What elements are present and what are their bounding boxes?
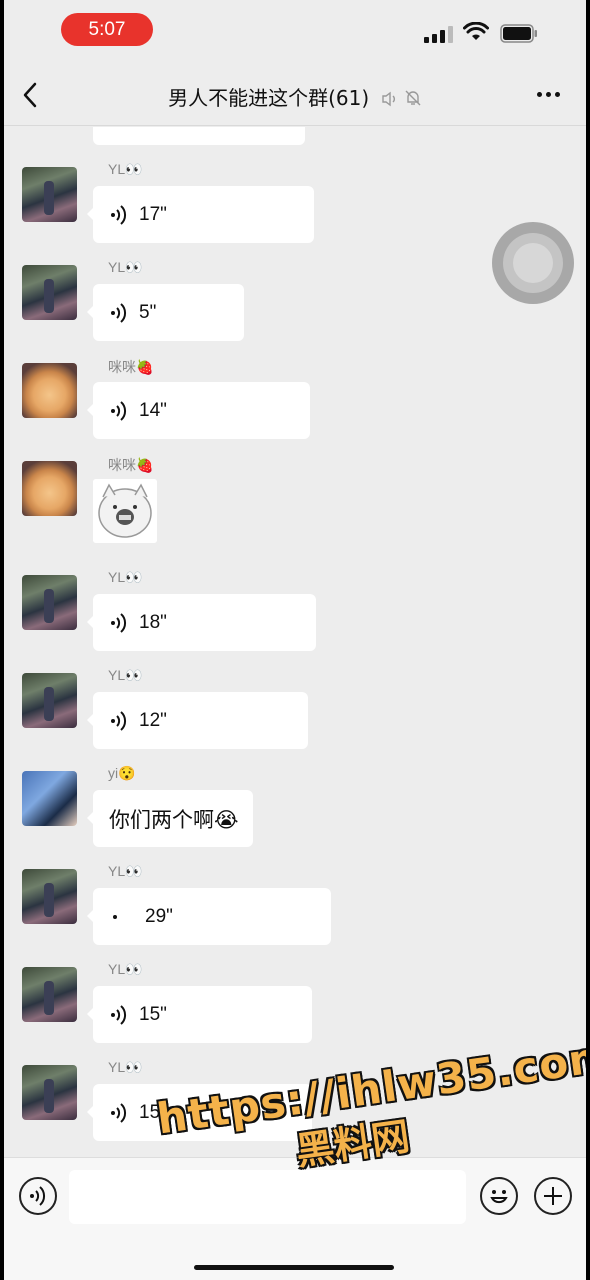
sender-name: 咪咪🍓 — [108, 457, 154, 473]
sender-name: YL👀 — [108, 863, 143, 879]
message-bubble[interactable] — [93, 127, 305, 145]
sticker-message[interactable] — [93, 479, 157, 543]
status-bar: 5:07 — [4, 0, 586, 62]
smiley-icon — [490, 1190, 508, 1204]
voice-playing-icon — [113, 914, 117, 919]
voice-message-bubble[interactable]: 18" — [87, 594, 316, 651]
cellular-signal-icon — [424, 26, 453, 43]
chat-title: 男人不能进这个群(61) — [168, 86, 370, 110]
floating-assistive-ball[interactable] — [492, 222, 574, 304]
chat-title-wrap: 男人不能进这个群(61) — [4, 82, 586, 112]
avatar[interactable] — [22, 363, 77, 418]
sender-name: YL👀 — [108, 961, 143, 977]
sender-name: YL👀 — [108, 259, 143, 275]
voice-message-bubble[interactable]: 15" — [87, 986, 312, 1043]
sender-name: 咪咪🍓 — [108, 359, 154, 375]
avatar[interactable] — [22, 575, 77, 630]
voice-wave-icon — [111, 612, 127, 633]
sender-name: YL👀 — [108, 1059, 143, 1075]
voice-duration: 5" — [139, 301, 157, 323]
sticker-image-icon — [93, 479, 157, 543]
voice-wave-icon — [111, 1102, 127, 1123]
plus-icon — [544, 1187, 562, 1205]
voice-duration: 15" — [139, 1003, 167, 1025]
voice-wave-icon — [111, 302, 127, 323]
voice-duration: 12" — [139, 709, 167, 731]
voice-message-bubble[interactable]: 14" — [87, 382, 310, 439]
sender-name: YL👀 — [108, 667, 143, 683]
avatar[interactable] — [22, 1065, 77, 1120]
chat-header: 男人不能进这个群(61) — [4, 62, 586, 126]
mute-bell-icon — [405, 90, 421, 105]
sender-name: YL👀 — [108, 161, 143, 177]
sender-name: yi😯 — [108, 765, 136, 781]
voice-wave-icon — [111, 400, 127, 421]
voice-duration: 17" — [139, 203, 167, 225]
voice-duration: 14" — [139, 399, 167, 421]
text-message-bubble[interactable]: 你们两个啊😭 — [87, 790, 253, 847]
avatar[interactable] — [22, 673, 77, 728]
avatar[interactable] — [22, 265, 77, 320]
voice-wave-icon — [111, 1004, 127, 1025]
voice-wave-icon — [381, 91, 395, 106]
chat-screen: 5:07 男人不能进这个群(61) YL👀 17" YL👀 5" 咪咪🍓 14"… — [4, 0, 586, 1280]
avatar[interactable] — [22, 167, 77, 222]
voice-duration: 18" — [139, 611, 167, 633]
voice-duration: 29" — [145, 905, 173, 927]
voice-wave-icon — [30, 1186, 46, 1206]
voice-message-bubble[interactable]: 5" — [87, 284, 244, 341]
voice-message-bubble[interactable]: 12" — [87, 692, 308, 749]
sender-name: YL👀 — [108, 569, 143, 585]
status-time: 5:07 — [61, 13, 153, 46]
voice-wave-icon — [111, 204, 127, 225]
avatar[interactable] — [22, 869, 77, 924]
battery-icon — [500, 24, 537, 43]
more-options-icon[interactable] — [537, 92, 560, 97]
avatar[interactable] — [22, 967, 77, 1022]
voice-message-bubble[interactable]: 29" — [87, 888, 331, 945]
title-status-icons — [380, 88, 422, 112]
avatar[interactable] — [22, 771, 77, 826]
avatar[interactable] — [22, 461, 77, 516]
home-indicator[interactable] — [194, 1265, 394, 1270]
more-functions-button[interactable] — [534, 1177, 572, 1215]
voice-wave-icon — [111, 710, 127, 731]
voice-message-bubble[interactable]: 17" — [87, 186, 314, 243]
wifi-icon — [463, 22, 489, 40]
emoji-button[interactable] — [480, 1177, 518, 1215]
voice-input-toggle[interactable] — [19, 1177, 57, 1215]
